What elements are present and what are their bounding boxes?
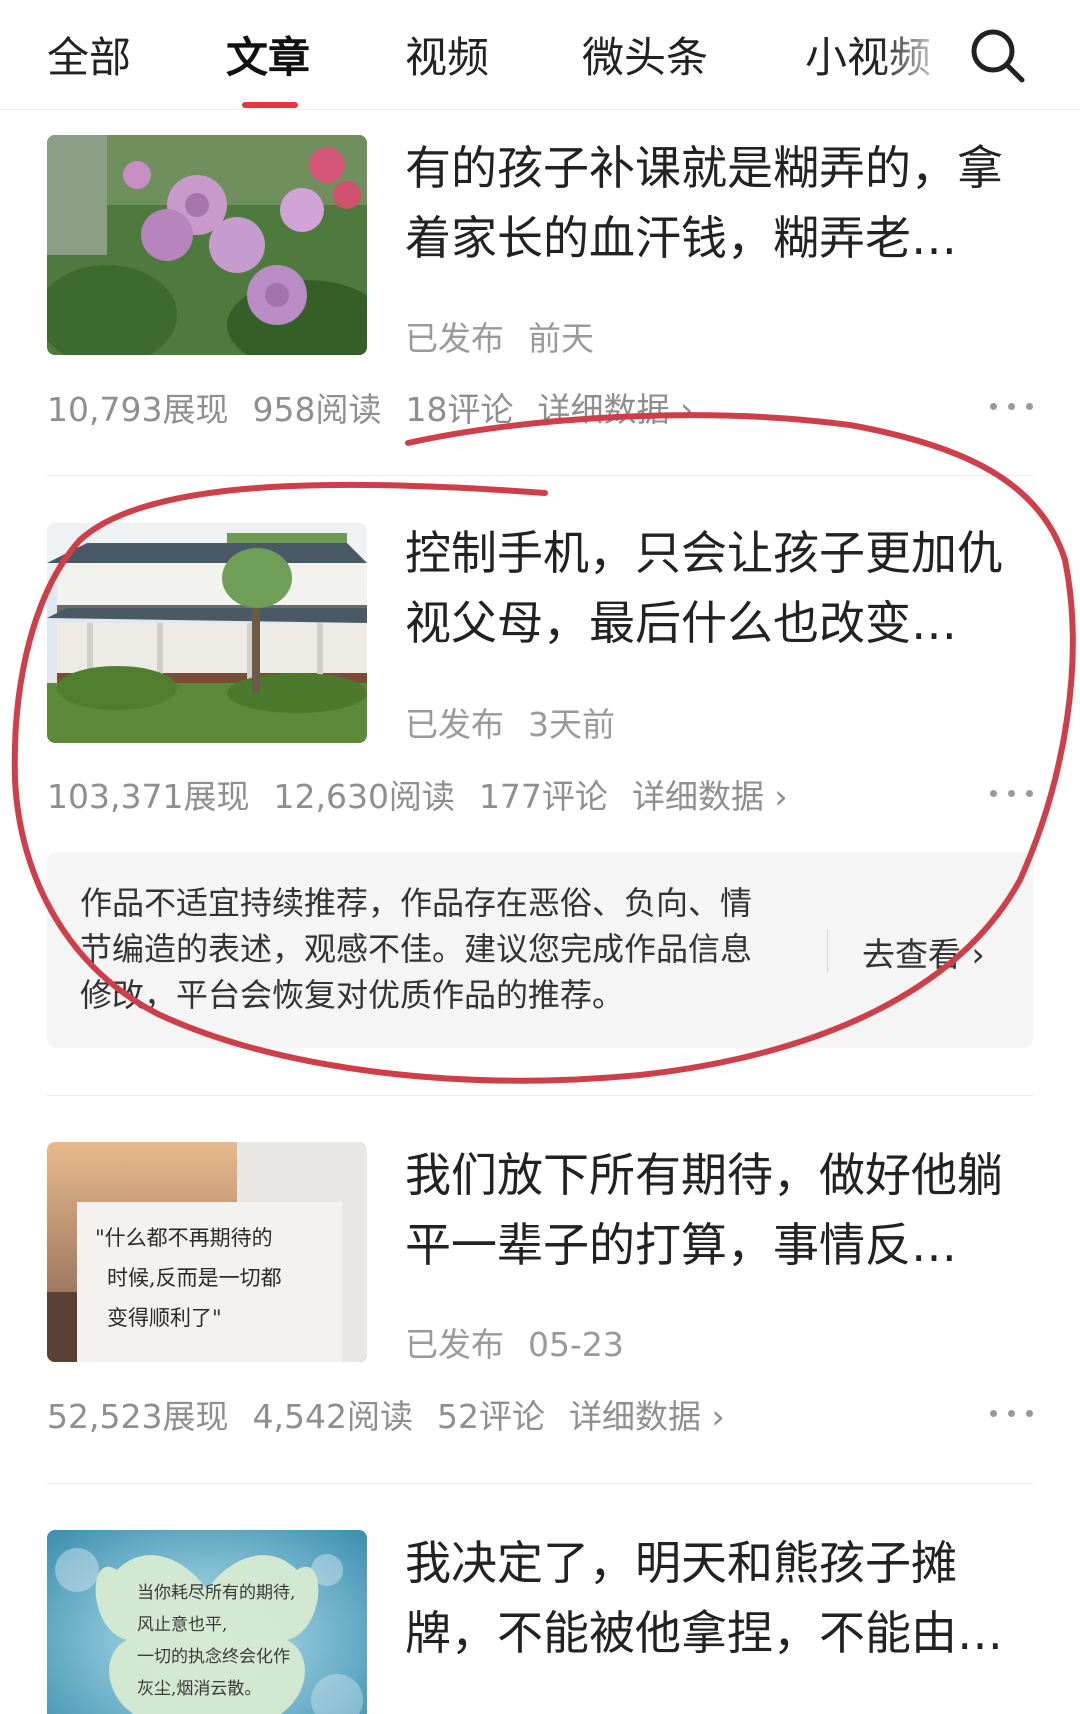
- more-options-button[interactable]: [990, 391, 1034, 421]
- more-icon-dot: [1008, 1410, 1015, 1417]
- search-button[interactable]: [968, 26, 1028, 86]
- article-stats: 103,371展现 12,630阅读 177评论 详细数据 ›: [47, 770, 812, 818]
- article-publish-info: 已发布 05-23: [405, 1318, 624, 1366]
- notice-separator: [827, 929, 828, 973]
- more-options-button[interactable]: [990, 1398, 1034, 1428]
- tab-videos[interactable]: 视频: [405, 24, 489, 85]
- article-title[interactable]: 我决定了，明天和熊孩子摊牌，不能被他拿捏，不能由…: [405, 1528, 1030, 1668]
- more-icon-dot: [990, 790, 997, 797]
- tab-overflow-fade: [880, 20, 980, 90]
- impressions-count: 52,523展现: [47, 1397, 229, 1436]
- note-line: 变得顺利了": [107, 1306, 222, 1330]
- tab-bar: 全部 文章 视频 微头条 小视频: [0, 0, 1080, 110]
- comments-count: 52评论: [436, 1397, 545, 1436]
- article-stats: 10,793展现 958阅读 18评论 详细数据 ›: [47, 383, 717, 431]
- handwritten-note-image: "什么都不再期待的 时候,反而是一切都 变得顺利了": [47, 1142, 367, 1362]
- article-title[interactable]: 有的孩子补课就是糊弄的，拿着家长的血汗钱，糊弄老…: [405, 133, 1030, 273]
- more-icon-dot: [990, 1410, 997, 1417]
- publish-status: 已发布: [405, 319, 504, 358]
- card-line: 灰尘,烟消云散。: [137, 1679, 261, 1699]
- pavilion-image: [47, 523, 367, 743]
- card-line: 风止意也平,: [137, 1615, 227, 1635]
- more-icon-dot: [1026, 403, 1033, 410]
- publish-time: 前天: [528, 319, 594, 358]
- detail-data-link[interactable]: 详细数据 ›: [632, 777, 788, 816]
- more-icon-dot: [1008, 403, 1015, 410]
- pink-roses-image: [47, 135, 367, 355]
- more-options-button[interactable]: [990, 778, 1034, 808]
- article-title[interactable]: 控制手机，只会让孩子更加仇视父母，最后什么也改变…: [405, 518, 1030, 658]
- note-line: "什么都不再期待的: [95, 1226, 273, 1250]
- more-icon-dot: [990, 403, 997, 410]
- row-divider: [47, 1095, 1033, 1096]
- publish-status: 已发布: [405, 705, 504, 744]
- row-divider: [47, 475, 1033, 476]
- butterfly-card-image: 当你耗尽所有的期待, 风止意也平, 一切的执念终会化作 灰尘,烟消云散。: [47, 1530, 367, 1714]
- search-icon: [971, 29, 1025, 83]
- comments-count: 177评论: [478, 777, 608, 816]
- note-line: 时候,反而是一切都: [107, 1266, 282, 1290]
- impressions-count: 103,371展现: [47, 777, 250, 816]
- detail-data-link[interactable]: 详细数据 ›: [569, 1397, 725, 1436]
- more-icon-dot: [1026, 1410, 1033, 1417]
- article-title[interactable]: 我们放下所有期待，做好他躺平一辈子的打算，事情反…: [405, 1140, 1030, 1280]
- tab-articles[interactable]: 文章: [226, 24, 310, 85]
- card-line: 当你耗尽所有的期待,: [137, 1583, 295, 1603]
- publish-time: 05-23: [528, 1325, 624, 1364]
- article-thumbnail[interactable]: [47, 523, 367, 743]
- publish-time: 3天前: [528, 705, 615, 744]
- more-icon-dot: [1008, 790, 1015, 797]
- impressions-count: 10,793展现: [47, 390, 229, 429]
- tab-micro-headlines[interactable]: 微头条: [582, 24, 708, 85]
- reads-count: 958阅读: [252, 390, 382, 429]
- comments-count: 18评论: [405, 390, 514, 429]
- card-line: 一切的执念终会化作: [137, 1646, 290, 1667]
- more-icon-dot: [1026, 790, 1033, 797]
- article-stats: 52,523展现 4,542阅读 52评论 详细数据 ›: [47, 1390, 749, 1438]
- article-thumbnail[interactable]: 当你耗尽所有的期待, 风止意也平, 一切的执念终会化作 灰尘,烟消云散。: [47, 1530, 367, 1714]
- detail-data-link[interactable]: 详细数据 ›: [537, 390, 693, 429]
- publish-status: 已发布: [405, 1325, 504, 1364]
- article-publish-info: 已发布 前天: [405, 312, 594, 360]
- notice-text: 作品不适宜持续推荐，作品存在恶俗、负向、情节编造的表述，观感不佳。建议您完成作品…: [80, 884, 753, 1014]
- row-divider: [47, 1483, 1033, 1484]
- article-thumbnail[interactable]: "什么都不再期待的 时候,反而是一切都 变得顺利了": [47, 1142, 367, 1362]
- reads-count: 12,630阅读: [273, 777, 455, 816]
- reads-count: 4,542阅读: [252, 1397, 413, 1436]
- article-thumbnail[interactable]: [47, 135, 367, 355]
- article-publish-info: 已发布 3天前: [405, 698, 615, 746]
- active-tab-indicator: [242, 102, 298, 108]
- go-check-link[interactable]: 去查看 ›: [862, 928, 985, 976]
- tab-all[interactable]: 全部: [47, 24, 131, 85]
- recommendation-notice: 作品不适宜持续推荐，作品存在恶俗、负向、情节编造的表述，观感不佳。建议您完成作品…: [47, 852, 1033, 1048]
